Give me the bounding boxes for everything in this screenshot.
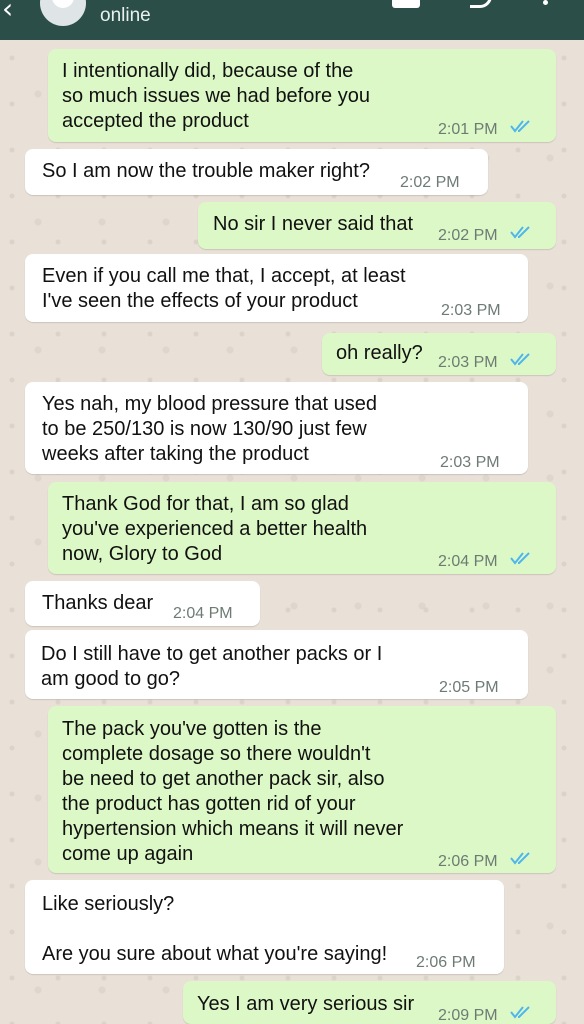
message-text: Thanks dear [42, 592, 154, 614]
contact-status: online [100, 5, 151, 26]
outgoing-message[interactable]: Yes I am very serious sir 2:09 PM [183, 981, 556, 1024]
outgoing-message[interactable]: No sir I never said that 2:02 PM [198, 202, 556, 249]
message-text: oh really? [336, 342, 423, 364]
message-time: 2:09 PM [438, 1007, 498, 1024]
incoming-message[interactable]: Like seriously? Are you sure about what … [25, 880, 504, 974]
message-time: 2:03 PM [438, 354, 498, 371]
message-time: 2:04 PM [438, 553, 498, 570]
incoming-message[interactable]: So I am now the trouble maker right? 2:0… [25, 149, 488, 195]
back-arrow-icon[interactable]: ‹ [2, 0, 13, 25]
message-time: 2:04 PM [173, 605, 233, 622]
read-ticks-icon [510, 353, 530, 366]
message-text: No sir I never said that [213, 213, 414, 235]
read-ticks-icon [510, 1006, 530, 1019]
outgoing-message[interactable]: oh really? 2:03 PM [322, 333, 556, 375]
message-text: So I am now the trouble maker right? [42, 160, 370, 182]
incoming-message[interactable]: Even if you call me that, I accept, at l… [25, 254, 528, 322]
message-time: 2:03 PM [441, 302, 501, 319]
message-text: Even if you call me that, I accept, at l… [42, 265, 406, 312]
read-ticks-icon [510, 552, 530, 565]
message-time: 2:03 PM [440, 454, 500, 471]
message-text: Yes I am very serious sir [197, 993, 415, 1015]
contact-avatar[interactable] [40, 0, 86, 26]
message-text: The pack you've gotten is the complete d… [62, 718, 404, 865]
message-text: Like seriously? Are you sure about what … [42, 893, 388, 965]
message-text: I intentionally did, because of the so m… [62, 60, 370, 132]
outgoing-message[interactable]: The pack you've gotten is the complete d… [48, 706, 556, 873]
message-time: 2:02 PM [400, 174, 460, 191]
voice-call-icon[interactable] [470, 0, 492, 8]
read-ticks-icon [510, 120, 530, 133]
message-time: 2:02 PM [438, 227, 498, 244]
message-text: Yes nah, my blood pressure that used to … [42, 393, 378, 465]
outgoing-message[interactable]: Thank God for that, I am so glad you've … [48, 482, 556, 574]
message-time: 2:06 PM [416, 954, 476, 971]
more-options-icon[interactable] [543, 0, 548, 5]
message-text: Do I still have to get another packs or … [41, 643, 383, 690]
read-ticks-icon [510, 226, 530, 239]
outgoing-message[interactable]: I intentionally did, because of the so m… [48, 49, 556, 142]
video-call-icon[interactable] [392, 0, 420, 8]
chat-header: ‹ online [0, 0, 584, 40]
incoming-message[interactable]: Thanks dear 2:04 PM [25, 581, 260, 626]
incoming-message[interactable]: Yes nah, my blood pressure that used to … [25, 382, 528, 474]
message-time: 2:06 PM [438, 853, 498, 870]
incoming-message[interactable]: Do I still have to get another packs or … [25, 630, 528, 699]
read-ticks-icon [510, 852, 530, 865]
message-time: 2:05 PM [439, 679, 499, 696]
message-time: 2:01 PM [438, 121, 498, 138]
message-text: Thank God for that, I am so glad you've … [62, 493, 368, 565]
